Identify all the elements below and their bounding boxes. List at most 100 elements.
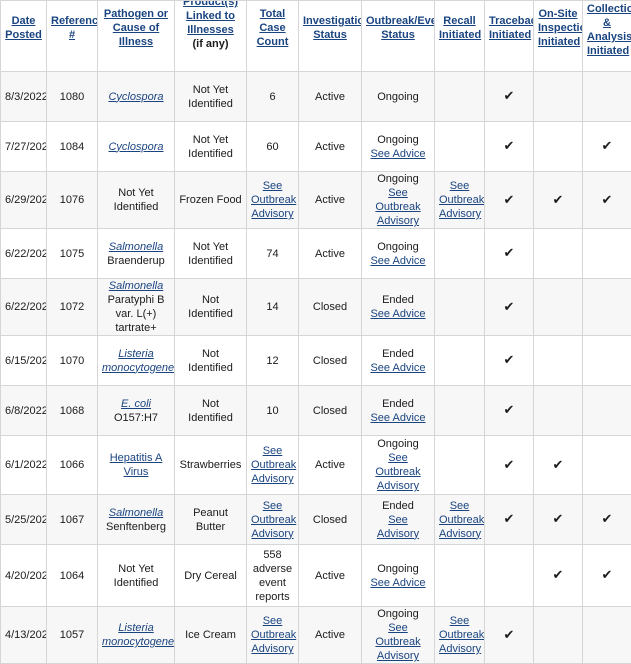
outbreak-status-value: Ended — [382, 500, 414, 512]
col-header-total[interactable]: Total Case Count — [247, 1, 299, 72]
col-header-onsite[interactable]: On-Site Inspection Initiated — [534, 1, 583, 72]
sort-recall-link[interactable]: Recall Initiated — [439, 15, 481, 41]
outbreak-advice-link[interactable]: See Outbreak Advisory — [375, 622, 420, 662]
investigation-cell: Active — [299, 122, 362, 172]
outbreak-advice-link[interactable]: See Advisory — [377, 514, 419, 540]
total-advisory-link[interactable]: See Outbreak Advisory — [251, 445, 296, 485]
recall-advisory-link[interactable]: See Outbreak Advisory — [439, 500, 484, 540]
ref-value: 1072 — [60, 301, 84, 313]
pathogen-cell: Listeria monocytogenes — [98, 336, 175, 386]
pathogen-link[interactable]: Listeria monocytogenes — [102, 348, 175, 374]
outbreak-advice-link[interactable]: See Outbreak Advisory — [375, 187, 420, 227]
sort-ref-link[interactable]: Reference # — [51, 15, 98, 41]
traceback-check-icon: ✔ — [504, 457, 515, 472]
pathogen-link[interactable]: Listeria monocytogenes — [102, 622, 175, 648]
total-count-value: 14 — [266, 301, 278, 313]
outbreak-advice-link[interactable]: See Advice — [370, 148, 425, 160]
sample-check-icon: ✔ — [602, 192, 613, 207]
traceback-cell: ✔ — [485, 436, 534, 495]
sample-cell: ✔ — [583, 172, 631, 229]
sort-investigation-link[interactable]: Investigation Status — [303, 15, 362, 41]
traceback-check-icon: ✔ — [504, 627, 515, 642]
date-cell: 6/15/2022 — [1, 336, 47, 386]
sort-outbreak-link[interactable]: Outbreak/Event Status — [366, 15, 435, 41]
sort-traceback-link[interactable]: Traceback Initiated — [489, 15, 534, 41]
sort-onsite-link[interactable]: On-Site Inspection Initiated — [538, 8, 583, 48]
col-header-pathogen[interactable]: Pathogen or Cause of Illness — [98, 1, 175, 72]
product-cell: Peanut Butter — [175, 495, 247, 545]
sample-cell — [583, 607, 631, 664]
ref-value: 1067 — [60, 514, 84, 526]
pathogen-link[interactable]: Cyclospora — [108, 91, 163, 103]
traceback-check-icon: ✔ — [504, 299, 515, 314]
date-cell: 8/3/2022 — [1, 72, 47, 122]
product-cell: Not Identified — [175, 279, 247, 336]
pathogen-link[interactable]: Hepatitis A Virus — [110, 452, 163, 478]
outbreak-advice-link[interactable]: See Advice — [370, 255, 425, 267]
onsite-cell — [534, 279, 583, 336]
pathogen-link[interactable]: Salmonella — [109, 507, 163, 519]
onsite-check-icon: ✔ — [553, 567, 564, 582]
col-header-product[interactable]: Product(s) Linked to Illnesses(if any) — [175, 1, 247, 72]
traceback-cell: ✔ — [485, 386, 534, 436]
sample-cell — [583, 72, 631, 122]
total-cell: 60 — [247, 122, 299, 172]
col-header-ref[interactable]: Reference # — [47, 1, 98, 72]
ref-cell: 1057 — [47, 607, 98, 664]
investigation-value: Active — [315, 141, 345, 153]
outbreak-advice-link[interactable]: See Advice — [370, 412, 425, 424]
recall-advisory-link[interactable]: See Outbreak Advisory — [439, 615, 484, 655]
sample-check-icon: ✔ — [602, 567, 613, 582]
ref-value: 1064 — [60, 570, 84, 582]
col-header-date[interactable]: Date Posted — [1, 1, 47, 72]
recall-advisory-link[interactable]: See Outbreak Advisory — [439, 180, 484, 220]
col-header-traceback[interactable]: Traceback Initiated — [485, 1, 534, 72]
pathogen-text: Not Yet Identified — [114, 187, 159, 213]
ref-value: 1066 — [60, 459, 84, 471]
pathogen-link[interactable]: E. coli — [121, 398, 151, 410]
recall-cell: See Outbreak Advisory — [435, 495, 485, 545]
pathogen-link[interactable]: Cyclospora — [108, 141, 163, 153]
total-advisory-link[interactable]: See Outbreak Advisory — [251, 180, 296, 220]
sort-total-link[interactable]: Total Case Count — [257, 8, 289, 48]
investigation-value: Active — [315, 248, 345, 260]
total-advisory-link[interactable]: See Outbreak Advisory — [251, 500, 296, 540]
col-header-investigation[interactable]: Investigation Status — [299, 1, 362, 72]
outbreak-advice-link[interactable]: See Advice — [370, 362, 425, 374]
traceback-cell: ✔ — [485, 607, 534, 664]
recall-cell: See Outbreak Advisory — [435, 172, 485, 229]
total-advisory-link[interactable]: See Outbreak Advisory — [251, 615, 296, 655]
date-cell: 6/22/2022 — [1, 229, 47, 279]
product-value: Not Identified — [188, 348, 233, 374]
outbreak-advice-link[interactable]: See Advice — [370, 577, 425, 589]
ref-value: 1075 — [60, 248, 84, 260]
col-header-outbreak[interactable]: Outbreak/Event Status — [362, 1, 435, 72]
product-value: Not Yet Identified — [188, 84, 233, 110]
traceback-cell: ✔ — [485, 279, 534, 336]
sample-check-icon: ✔ — [602, 511, 613, 526]
table-row: 6/29/20221076Not Yet IdentifiedFrozen Fo… — [1, 172, 631, 229]
pathogen-text: Braenderup — [107, 255, 165, 267]
recall-cell — [435, 336, 485, 386]
outbreak-status-value: Ongoing — [377, 134, 419, 146]
investigation-value: Active — [315, 459, 345, 471]
sort-product-link[interactable]: Product(s) Linked to Illnesses — [183, 1, 238, 37]
table-body: 8/3/2022 1080 Cyclospora Not Yet Identified… — [1, 72, 631, 664]
ref-value: 1080 — [60, 91, 84, 103]
sort-date-link[interactable]: Date Posted — [5, 15, 42, 41]
col-header-recall[interactable]: Recall Initiated — [435, 1, 485, 72]
traceback-cell: ✔ — [485, 72, 534, 122]
outbreak-advice-link[interactable]: See Advice — [370, 308, 425, 320]
investigation-cell: Active — [299, 545, 362, 607]
outbreak-advice-link[interactable]: See Outbreak Advisory — [375, 452, 420, 492]
sort-sample-link[interactable]: Sample Collection & Analysis Initiated — [587, 1, 631, 58]
traceback-cell: ✔ — [485, 229, 534, 279]
pathogen-link[interactable]: Salmonella — [109, 241, 163, 253]
product-value: Dry Cereal — [184, 570, 237, 582]
pathogen-cell: E. coliO157:H7 — [98, 386, 175, 436]
sort-pathogen-link[interactable]: Pathogen or Cause of Illness — [104, 8, 168, 48]
date-value: 6/1/2022 — [5, 459, 47, 471]
col-header-sample[interactable]: Sample Collection & Analysis Initiated — [583, 1, 631, 72]
pathogen-link[interactable]: Salmonella — [109, 280, 163, 292]
investigation-cell: Closed — [299, 336, 362, 386]
